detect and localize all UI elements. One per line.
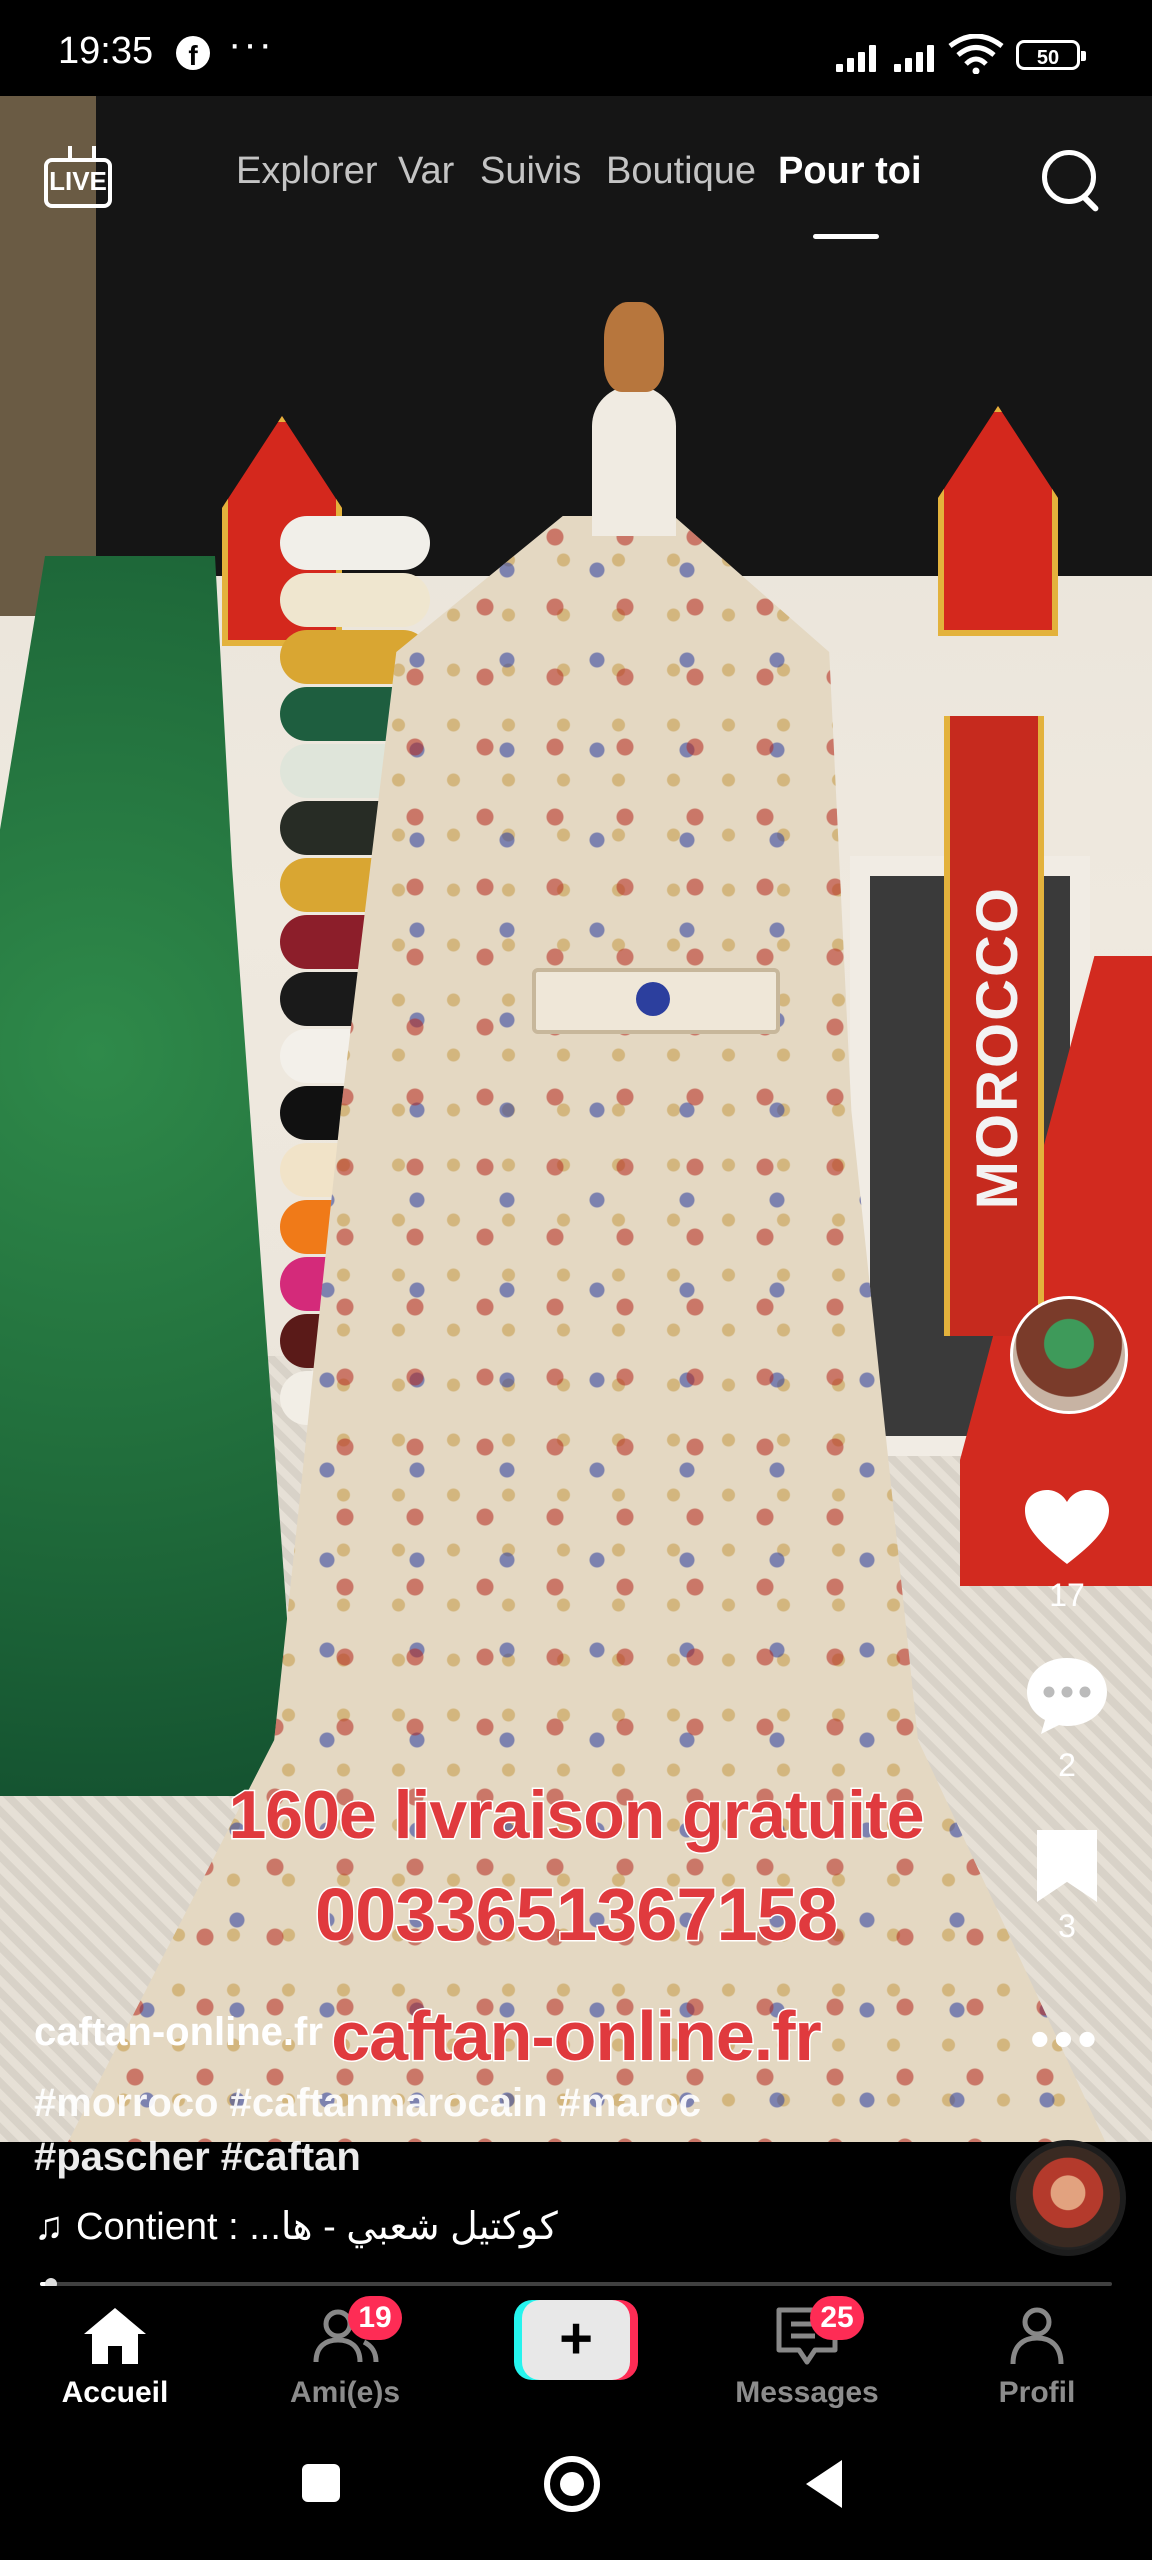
nav-profile-label: Profil	[998, 2376, 1076, 2409]
friends-badge: 19	[348, 2296, 402, 2340]
battery-icon: 50	[1016, 40, 1086, 70]
nav-messages-label: Messages	[735, 2376, 879, 2409]
tab-var[interactable]: Var	[398, 150, 454, 193]
music-note-icon: ♫	[34, 2204, 64, 2248]
heart-icon	[1025, 1490, 1109, 1564]
active-tab-indicator	[813, 234, 879, 239]
comment-button[interactable]: 2	[1012, 1656, 1122, 1784]
tab-boutique[interactable]: Boutique	[606, 150, 756, 193]
promo-line-1: 160e livraison gratuite	[227, 1776, 926, 1855]
tab-suivis[interactable]: Suivis	[480, 150, 581, 193]
caftan-belt	[532, 968, 780, 1034]
nav-home[interactable]: Accueil	[20, 2306, 210, 2410]
search-icon[interactable]	[1042, 150, 1104, 213]
signal-icon-2	[894, 42, 942, 72]
system-nav-bar	[0, 2426, 1152, 2560]
creator-username[interactable]: caftan-online.fr	[34, 2010, 323, 2055]
status-bar: 19:35 f ··· 50	[0, 0, 1152, 96]
mannequin-head	[604, 302, 664, 392]
profile-icon	[1010, 2307, 1064, 2365]
facebook-icon: f	[176, 36, 210, 71]
signal-icon	[836, 42, 884, 72]
mannequin-neck	[592, 386, 676, 536]
music-disc[interactable]	[1010, 2140, 1126, 2256]
music-title: Contient : ...كوكتيل شعبي - ها	[76, 2206, 558, 2248]
tab-explorer[interactable]: Explorer	[236, 150, 378, 193]
messages-badge: 25	[810, 2296, 864, 2340]
nav-friends[interactable]: 19 Ami(e)s	[250, 2296, 440, 2410]
promo-line-2: 0033651367158	[313, 1872, 839, 1958]
like-count: 17	[1049, 1577, 1085, 1613]
comment-icon	[1027, 1658, 1107, 1734]
create-button[interactable]: +	[514, 2300, 638, 2380]
wifi-icon	[948, 34, 1004, 74]
green-caftan	[0, 556, 300, 1796]
video-player[interactable]: MOROCCO 160e livraison gratuite 00336513…	[0, 96, 1152, 2142]
comment-count: 2	[1058, 1747, 1076, 1783]
tab-pour-toi[interactable]: Pour toi	[778, 150, 922, 193]
nav-friends-label: Ami(e)s	[289, 2376, 401, 2409]
like-button[interactable]: 17	[1012, 1490, 1122, 1614]
save-button[interactable]: 3	[1012, 1830, 1122, 1945]
home-icon	[84, 2308, 146, 2364]
recent-apps-button[interactable]	[302, 2464, 340, 2502]
morocco-banner: MOROCCO	[944, 716, 1044, 1336]
nav-home-label: Accueil	[61, 2376, 169, 2409]
plus-icon: +	[522, 2300, 630, 2380]
status-time: 19:35	[58, 30, 154, 72]
top-tabs: Explorer Var Suivis Boutique Pour toi	[0, 150, 1152, 230]
banner-text: MOROCCO	[965, 886, 1030, 1210]
nav-messages[interactable]: 25 Messages	[712, 2296, 902, 2410]
more-options-icon[interactable]: •••	[1030, 2011, 1101, 2067]
nav-profile[interactable]: Profil	[942, 2306, 1132, 2410]
video-hashtags[interactable]: #morroco #caftanmarocain #maroc #pascher…	[34, 2076, 834, 2184]
status-more: ···	[228, 22, 274, 66]
system-home-button[interactable]	[544, 2456, 600, 2512]
save-count: 3	[1058, 1908, 1076, 1944]
music-info[interactable]: ♫ Contient : ...كوكتيل شعبي - ها	[34, 2204, 558, 2249]
system-back-button[interactable]	[806, 2460, 842, 2508]
creator-avatar[interactable]	[1010, 1296, 1128, 1414]
bookmark-icon	[1037, 1830, 1097, 1902]
